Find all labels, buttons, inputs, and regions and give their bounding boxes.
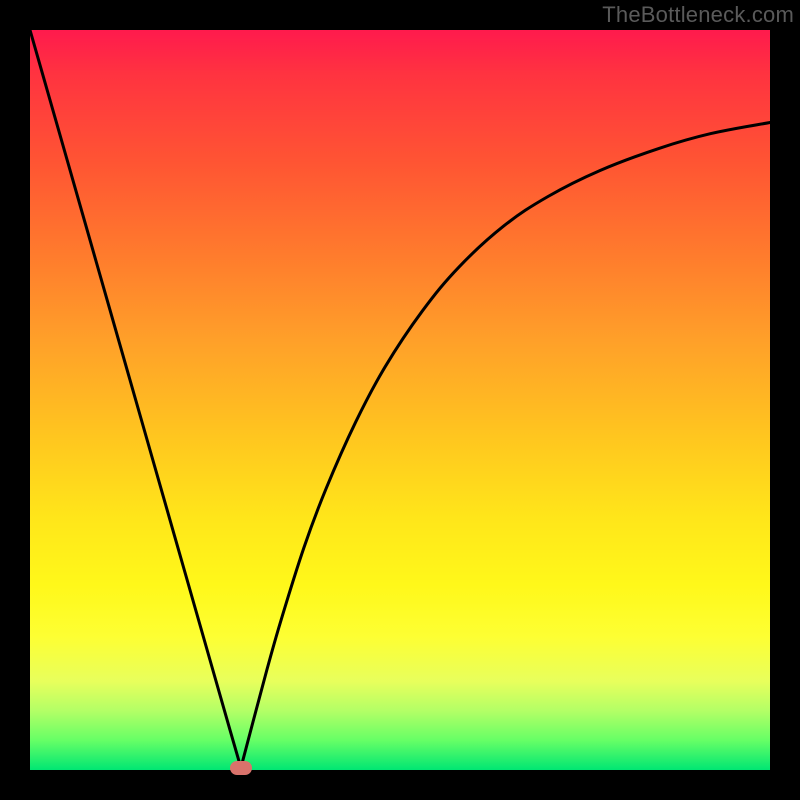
curve-left-branch	[30, 30, 241, 768]
chart-frame: TheBottleneck.com	[0, 0, 800, 800]
minimum-marker	[230, 761, 252, 775]
plot-area	[30, 30, 770, 770]
curve-right-branch	[241, 123, 770, 768]
curve-layer	[30, 30, 770, 770]
watermark-text: TheBottleneck.com	[602, 2, 794, 28]
